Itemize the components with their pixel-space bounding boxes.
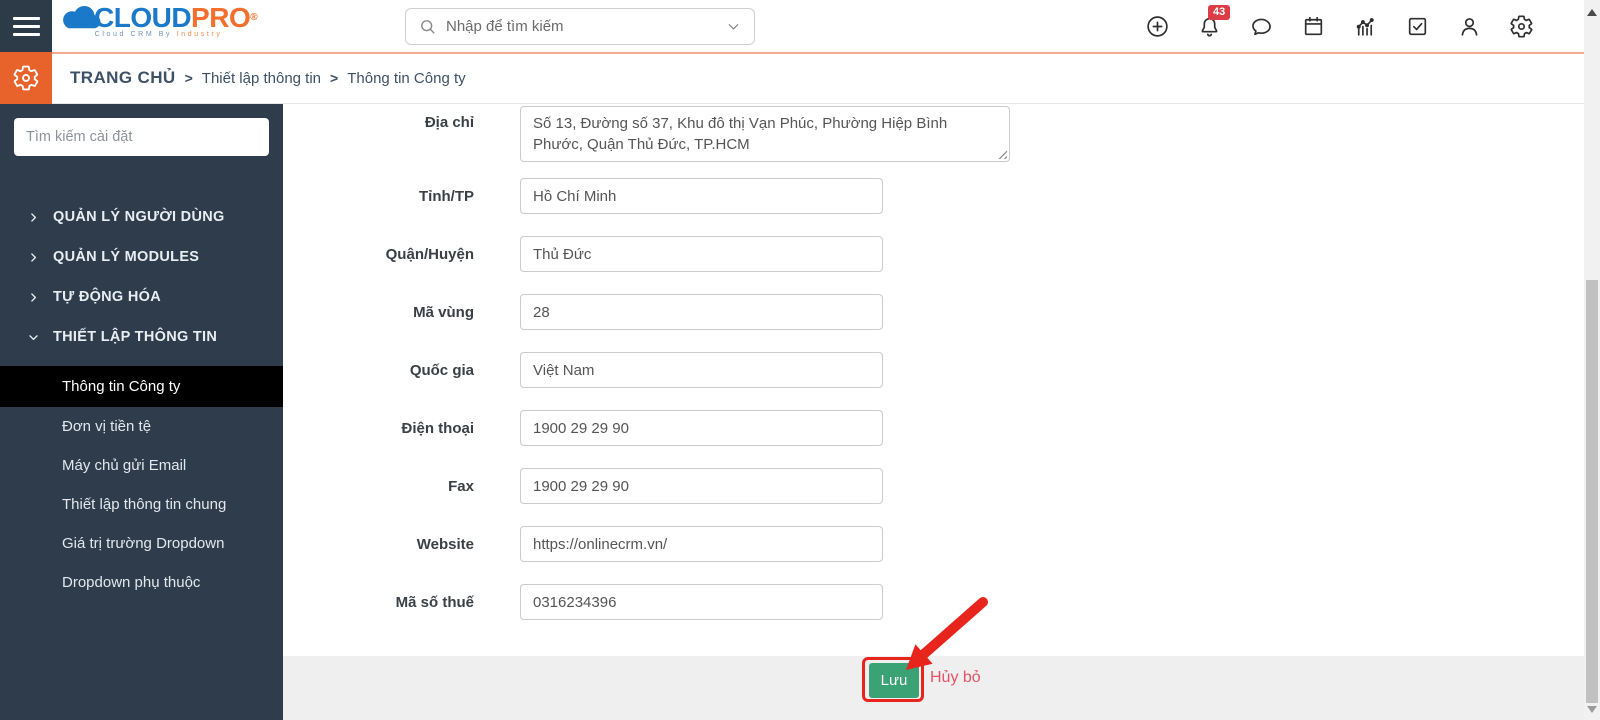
reports-button[interactable] <box>1353 14 1378 39</box>
vertical-scrollbar[interactable] <box>1584 0 1600 720</box>
province-field[interactable] <box>520 178 883 214</box>
country-field[interactable] <box>520 352 883 388</box>
field-label-tax-code: Mã số thuế <box>395 593 474 611</box>
gear-icon <box>1510 14 1533 38</box>
notification-count-badge: 43 <box>1208 4 1231 20</box>
sidebar-search-input[interactable] <box>14 118 269 156</box>
field-label-address: Địa chỉ <box>424 114 474 131</box>
information-setup-submenu: Thông tin Công ty Đơn vị tiền tệ Máy chủ… <box>0 366 283 602</box>
search-icon <box>421 20 435 34</box>
user-profile-button[interactable] <box>1457 14 1482 39</box>
district-field[interactable] <box>520 236 883 272</box>
cloudpro-logo: CLOUDPRO® Cloud CRM By Industry <box>60 2 258 38</box>
sidebar-nav: QUẢN LÝ NGƯỜI DÙNG QUẢN LÝ MODULES TỰ ĐỘ… <box>0 197 283 602</box>
sidebar-subitem-dependent-dropdown[interactable]: Dropdown phụ thuộc <box>0 563 283 602</box>
chevron-right-icon <box>31 212 37 222</box>
top-icon-bar: 43 <box>1145 0 1534 52</box>
breadcrumb-separator: > <box>184 70 193 86</box>
cancel-button[interactable]: Hủy bỏ <box>930 669 981 687</box>
breadcrumb-separator: > <box>330 70 339 86</box>
sidebar-item-module-management[interactable]: QUẢN LÝ MODULES <box>0 237 283 277</box>
sidebar-item-automation[interactable]: TỰ ĐỘNG HÓA <box>0 277 283 317</box>
tasks-button[interactable] <box>1405 14 1430 39</box>
field-label-fax: Fax <box>448 477 474 495</box>
notifications-button[interactable]: 43 <box>1197 4 1231 39</box>
global-search-input[interactable] <box>446 18 716 35</box>
tax-code-field[interactable] <box>520 584 883 620</box>
calendar-icon <box>1304 16 1323 35</box>
field-label-phone: Điện thoại <box>401 419 474 437</box>
field-label-country: Quốc gia <box>409 361 474 379</box>
field-label-area-code: Mã vùng <box>413 303 474 321</box>
calendar-button[interactable] <box>1301 14 1326 39</box>
chat-icon <box>1252 18 1271 35</box>
breadcrumb: TRANG CHỦ > Thiết lập thông tin > Thông … <box>70 54 466 102</box>
plus-circle-icon <box>1147 15 1168 37</box>
sidebar-subitem-general-settings[interactable]: Thiết lập thông tin chung <box>0 485 283 524</box>
save-button[interactable]: Lưu <box>869 663 919 698</box>
analytics-icon <box>1356 17 1374 36</box>
sidebar-item-label: QUẢN LÝ NGƯỜI DÙNG <box>53 209 225 225</box>
phone-field[interactable] <box>520 410 883 446</box>
scroll-down-arrow-icon[interactable] <box>1587 706 1597 713</box>
chevron-right-icon <box>31 292 37 302</box>
hamburger-menu-button[interactable] <box>0 0 52 52</box>
registered-mark: ® <box>250 12 258 23</box>
user-icon <box>1461 17 1478 36</box>
field-label-district: Quận/Huyện <box>385 245 474 263</box>
settings-sidebar: QUẢN LÝ NGƯỜI DÙNG QUẢN LÝ MODULES TỰ ĐỘ… <box>0 104 283 720</box>
area-code-field[interactable] <box>520 294 883 330</box>
logo-text-cloud: CLOUD <box>94 2 192 33</box>
sidebar-item-user-management[interactable]: QUẢN LÝ NGƯỜI DÙNG <box>0 197 283 237</box>
settings-button[interactable] <box>1509 14 1534 39</box>
field-label-province: Tỉnh/TP <box>419 187 474 205</box>
chevron-down-icon[interactable] <box>725 18 742 35</box>
scrollbar-thumb[interactable] <box>1586 280 1598 703</box>
sidebar-item-label: QUẢN LÝ MODULES <box>53 249 200 265</box>
form-action-bar: Lưu Hủy bỏ <box>283 656 1584 720</box>
breadcrumb-settings[interactable]: Thiết lập thông tin <box>202 70 321 87</box>
breadcrumb-home[interactable]: TRANG CHỦ <box>70 68 176 88</box>
gear-icon <box>13 65 39 91</box>
settings-module-button[interactable] <box>0 52 52 104</box>
sidebar-item-information-setup[interactable]: THIẾT LẬP THÔNG TIN <box>0 317 283 357</box>
task-check-icon <box>1408 17 1427 35</box>
breadcrumb-company-info[interactable]: Thông tin Công ty <box>347 70 465 87</box>
sidebar-item-label: TỰ ĐỘNG HÓA <box>53 289 161 305</box>
chevron-right-icon <box>31 252 37 262</box>
top-bar: CLOUDPRO® Cloud CRM By Industry 43 <box>0 0 1600 52</box>
logo-tagline: Cloud CRM By Industry <box>94 31 223 38</box>
add-new-button[interactable] <box>1145 14 1170 39</box>
fax-field[interactable] <box>520 468 883 504</box>
chevron-down-icon <box>29 334 38 340</box>
sidebar-item-label: THIẾT LẬP THÔNG TIN <box>53 329 218 345</box>
sidebar-subitem-email-server[interactable]: Máy chủ gửi Email <box>0 446 283 485</box>
sidebar-subitem-currency[interactable]: Đơn vị tiền tệ <box>0 407 283 446</box>
website-field[interactable] <box>520 526 883 562</box>
address-field[interactable]: Số 13, Đường số 37, Khu đô thị Vạn Phúc,… <box>520 106 1010 162</box>
logo-text-pro: PRO <box>191 2 251 33</box>
scroll-up-arrow-icon[interactable] <box>1587 9 1597 16</box>
breadcrumb-bar: TRANG CHỦ > Thiết lập thông tin > Thông … <box>0 52 1600 104</box>
company-info-form: Địa chỉ Số 13, Đường số 37, Khu đô thị V… <box>283 106 1584 642</box>
messages-button[interactable] <box>1249 14 1274 39</box>
global-search-box <box>405 8 755 45</box>
company-info-form-panel: Địa chỉ Số 13, Đường số 37, Khu đô thị V… <box>283 104 1584 720</box>
sidebar-subitem-company-info[interactable]: Thông tin Công ty <box>0 366 283 407</box>
field-label-website: Website <box>416 535 474 553</box>
sidebar-subitem-dropdown-values[interactable]: Giá trị trường Dropdown <box>0 524 283 563</box>
cloudpro-crm-app: CLOUDPRO® Cloud CRM By Industry 43 <box>0 0 1600 720</box>
